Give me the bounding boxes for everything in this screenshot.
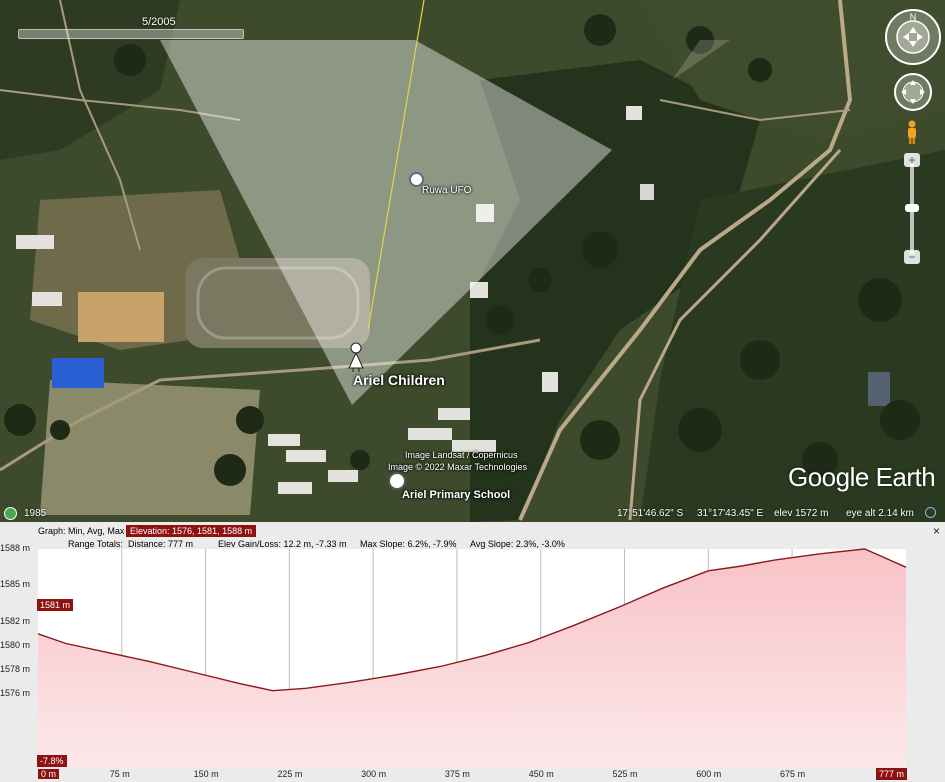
map-view[interactable]: 5/2005 Ruwa UFO Ariel Children Ariel Pri… xyxy=(0,0,945,522)
elevation-profile-panel[interactable]: Graph: Min, Avg, Max Elevation: 1576, 15… xyxy=(0,522,945,782)
imagery-attribution-1: Image Landsat / Copernicus xyxy=(405,450,518,460)
latitude-readout: 17°51'46.62" S xyxy=(617,508,684,519)
children-placemark-label[interactable]: Ariel Children xyxy=(353,372,445,388)
timeline-start-year: 1985 xyxy=(24,508,47,519)
pan-control[interactable] xyxy=(893,72,933,117)
elevation-profile-chart[interactable] xyxy=(0,522,945,782)
y-tick-label: 1585 m xyxy=(0,579,31,590)
street-view-pegman-icon[interactable] xyxy=(905,120,919,149)
y-tick-label: 1576 m xyxy=(0,688,31,699)
y-tick-label: 1580 m xyxy=(0,639,31,650)
y-tick-label: 1588 m xyxy=(0,543,31,553)
compass-control[interactable]: N xyxy=(884,8,942,71)
x-tick-label: 300 m xyxy=(361,769,387,779)
timeline-date: 5/2005 xyxy=(142,16,176,28)
x-tick-label: 525 m xyxy=(612,769,638,779)
x-tick-label: 450 m xyxy=(528,769,554,779)
zoom-slider[interactable]: + − xyxy=(903,152,921,271)
elevation-readout: elev 1572 m xyxy=(774,508,829,519)
y-tick-label: 1582 m xyxy=(0,615,31,626)
svg-text:+: + xyxy=(908,153,915,167)
x-tick-label: 225 m xyxy=(277,769,303,779)
school-placemark-label[interactable]: Ariel Primary School xyxy=(402,489,510,501)
imagery-attribution-2: Image © 2022 Maxar Technologies xyxy=(388,462,528,472)
x-tick-label: 0 m xyxy=(38,769,60,779)
google-earth-logo: Google Earth xyxy=(788,462,936,492)
eye-altitude-readout: eye alt 2.14 km xyxy=(846,508,914,519)
ufo-placemark-label[interactable]: Ruwa UFO xyxy=(422,185,471,196)
satellite-imagery xyxy=(0,0,945,522)
cursor-elevation-tag: 1581 m xyxy=(37,599,74,611)
school-placemark-icon[interactable] xyxy=(388,472,406,490)
x-tick-label: 75 m xyxy=(109,769,130,779)
timeline-track[interactable] xyxy=(18,29,244,39)
loading-indicator-icon xyxy=(925,507,936,518)
longitude-readout: 31°17'43.45" E xyxy=(697,508,764,519)
status-bar: 1985 17°51'46.62" S 31°17'43.45" E elev … xyxy=(0,505,945,522)
x-tick-label: 150 m xyxy=(193,769,219,779)
y-tick-label: 1578 m xyxy=(0,664,31,675)
x-tick-label: 600 m xyxy=(696,769,722,779)
cursor-slope-tag: -7.8% xyxy=(37,755,67,767)
svg-text:N: N xyxy=(910,12,917,22)
globe-icon xyxy=(4,507,17,520)
historical-imagery-slider[interactable]: 5/2005 xyxy=(18,16,244,40)
end-distance-tag: 777 m xyxy=(876,768,908,780)
x-tick-label: 675 m xyxy=(780,769,806,779)
x-tick-label: 375 m xyxy=(444,769,470,779)
svg-text:−: − xyxy=(908,250,915,264)
